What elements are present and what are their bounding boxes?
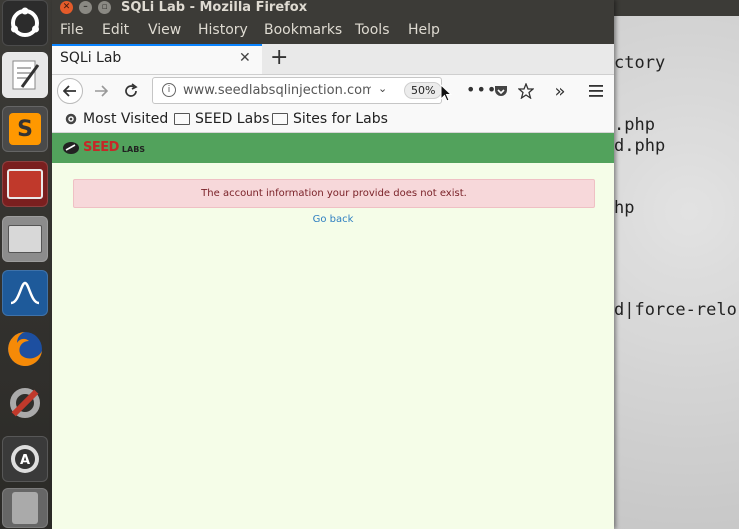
menu-view[interactable]: View <box>148 22 181 38</box>
bookmark-label: Most Visited <box>83 111 169 127</box>
terminal-app-icon[interactable] <box>2 161 48 207</box>
sublime-text-icon[interactable]: S <box>2 106 48 152</box>
terminal-line: d|force-relo <box>614 300 737 320</box>
zoom-level-badge[interactable]: 50% <box>404 82 443 99</box>
mouse-cursor-icon <box>440 84 452 102</box>
maximize-window-icon[interactable]: ▫ <box>98 1 111 14</box>
bookmark-most-visited[interactable]: Most Visited <box>64 111 168 127</box>
firefox-window: ✕ – ▫ SQLi Lab - Mozilla Firefox File Ed… <box>52 0 614 529</box>
terminal-line: d.php <box>614 136 666 156</box>
terminal-line: .php <box>614 115 655 135</box>
tab-title: SQLi Lab <box>60 50 122 66</box>
terminal-line: ctory <box>614 53 666 73</box>
seed-labs-logo[interactable]: SEED LABS <box>62 140 145 155</box>
close-tab-icon[interactable]: ✕ <box>239 50 251 66</box>
bookmark-sites-for-labs[interactable]: Sites for Labs <box>272 111 388 127</box>
folder-icon <box>174 113 190 125</box>
seed-logo-icon <box>63 141 79 154</box>
double-chevron-icon: » <box>554 80 566 102</box>
bookmark-star-button[interactable] <box>513 78 539 104</box>
menu-bar: File Edit View History Bookmarks Tools H… <box>52 16 614 44</box>
ubuntu-dash-icon[interactable] <box>2 0 48 46</box>
alert-message: The account information your provide doe… <box>201 188 467 199</box>
folder-icon <box>272 113 288 125</box>
wireshark-icon[interactable] <box>2 270 48 316</box>
url-dropdown-icon[interactable]: ⌄ <box>378 82 387 95</box>
pocket-icon <box>495 86 507 96</box>
bookmark-seed-labs[interactable]: SEED Labs <box>174 111 269 127</box>
menu-file[interactable]: File <box>60 22 83 38</box>
menu-history[interactable]: History <box>198 22 248 38</box>
new-tab-button[interactable]: + <box>270 45 288 70</box>
forward-arrow-icon <box>95 85 108 97</box>
menu-tools[interactable]: Tools <box>355 22 390 38</box>
menu-edit[interactable]: Edit <box>102 22 129 38</box>
terminal-text-area: ctory .php d.php hp d|force-relo <box>614 16 739 529</box>
reload-icon <box>125 83 138 97</box>
firefox-icon[interactable] <box>2 326 48 372</box>
disk-drive-icon[interactable] <box>2 488 48 528</box>
menu-help[interactable]: Help <box>408 22 440 38</box>
forward-button[interactable] <box>88 78 114 104</box>
window-title: SQLi Lab - Mozilla Firefox <box>121 0 308 15</box>
background-terminal-window: ctory .php d.php hp d|force-relo <box>614 0 739 529</box>
close-window-icon[interactable]: ✕ <box>60 1 73 14</box>
bookmark-label: Sites for Labs <box>293 111 388 127</box>
overflow-menu-button[interactable]: » <box>547 78 573 104</box>
back-arrow-icon <box>63 85 76 97</box>
back-button[interactable] <box>57 78 83 104</box>
tab-strip: SQLi Lab ✕ + <box>52 44 614 75</box>
seed-labs-header: SEED LABS <box>52 133 614 163</box>
hamburger-icon <box>589 85 603 97</box>
pocket-button[interactable] <box>488 78 514 104</box>
window-title-bar: ✕ – ▫ SQLi Lab - Mozilla Firefox <box>52 0 614 16</box>
bookmark-label: SEED Labs <box>195 111 270 127</box>
system-settings-icon[interactable] <box>2 380 48 426</box>
url-bar[interactable]: i www.seedlabsqlinjection.com ⌄ 50% <box>152 77 443 104</box>
minimize-window-icon[interactable]: – <box>79 1 92 14</box>
hamburger-menu-button[interactable] <box>583 78 609 104</box>
error-alert: The account information your provide doe… <box>73 179 595 208</box>
url-text[interactable]: www.seedlabsqlinjection.com <box>183 83 371 98</box>
terminal-line: hp <box>614 198 635 218</box>
text-editor-icon[interactable] <box>2 52 48 98</box>
terminal-title-bar <box>614 0 739 16</box>
software-updater-icon[interactable]: A <box>2 436 48 482</box>
bookmarks-toolbar: Most Visited SEED Labs Sites for Labs <box>52 107 614 133</box>
svg-text:A: A <box>20 453 30 468</box>
menu-bookmarks[interactable]: Bookmarks <box>264 22 342 38</box>
unity-launcher: S A <box>0 0 53 529</box>
go-back-link[interactable]: Go back <box>52 214 614 225</box>
logo-text: SEED <box>83 140 119 155</box>
navigation-toolbar: i www.seedlabsqlinjection.com ⌄ 50% ••• … <box>52 75 614 107</box>
gear-icon <box>65 113 77 125</box>
file-manager-icon[interactable] <box>2 216 48 262</box>
logo-subtext: LABS <box>121 144 146 154</box>
star-icon <box>518 83 534 99</box>
site-info-icon[interactable]: i <box>162 83 176 97</box>
reload-button[interactable] <box>118 78 144 104</box>
tab-sqli-lab[interactable]: SQLi Lab ✕ <box>52 44 262 74</box>
